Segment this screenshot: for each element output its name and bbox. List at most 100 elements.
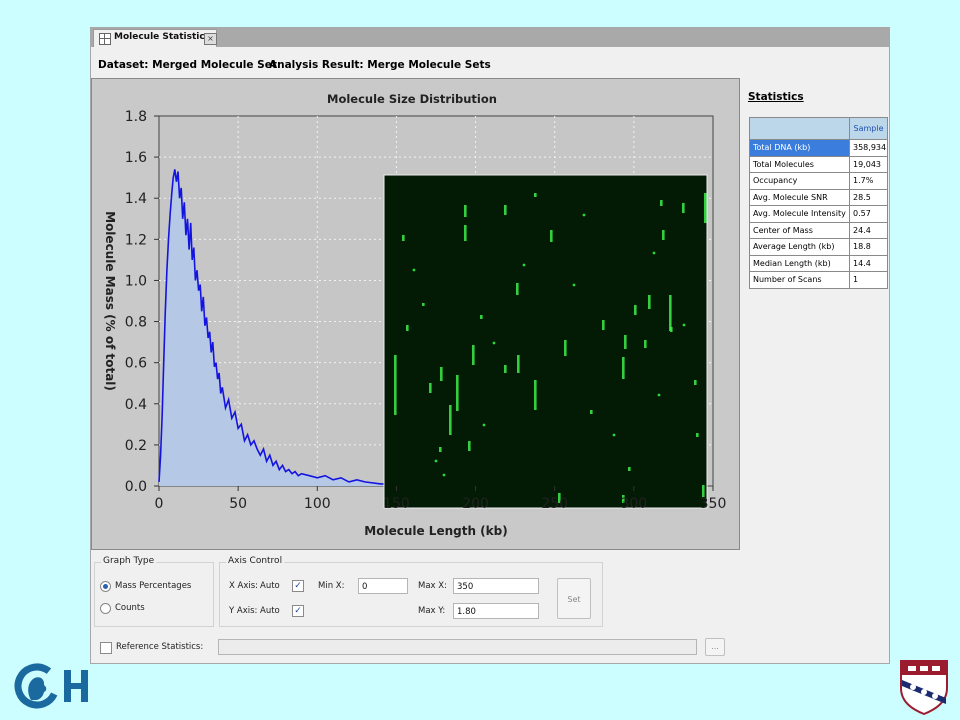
molecule-mark <box>660 200 663 206</box>
counts-radio[interactable] <box>100 603 111 614</box>
statistic-label: Number of Scans <box>749 271 850 289</box>
molecule-mark <box>504 205 507 215</box>
molecule-mark <box>534 380 537 410</box>
molecule-mark <box>622 357 625 379</box>
y-tick-label: 0.4 <box>125 397 147 413</box>
statistics-row[interactable]: Avg. Molecule Intensity 0.57 <box>749 205 888 223</box>
browse-button[interactable]: ... <box>705 638 725 656</box>
statistics-row[interactable]: Median Length (kb) 14.4 <box>749 254 888 272</box>
statistic-value: 1.7% <box>849 172 888 190</box>
set-button[interactable]: Set <box>557 578 591 619</box>
molecule-mark <box>402 235 405 241</box>
statistics-row[interactable]: Total DNA (kb) 358,934 <box>749 139 888 157</box>
max-y-input[interactable]: 1.80 <box>453 603 539 619</box>
molecule-statistics-window: Molecule Statistics × Dataset: Merged Mo… <box>90 27 890 664</box>
molecule-mark <box>669 295 672 331</box>
molecule-mark <box>662 230 665 240</box>
molecule-mark <box>394 355 397 415</box>
y-tick-label: 1.6 <box>125 150 147 166</box>
tab-molecule-statistics[interactable]: Molecule Statistics × <box>93 29 217 47</box>
x-tick-label: 0 <box>155 496 164 512</box>
molecule-mark <box>704 193 707 223</box>
molecule-image-inset <box>383 174 708 509</box>
header-blank-cell <box>749 117 850 140</box>
graph-type-group: Graph Type Mass Percentages Counts <box>94 556 214 627</box>
reference-statistics-label: Reference Statistics: <box>116 642 204 652</box>
molecule-dot <box>652 251 656 255</box>
max-x-label: Max X: <box>418 581 447 591</box>
molecule-mark <box>648 295 651 309</box>
statistics-row[interactable]: Avg. Molecule SNR 28.5 <box>749 188 888 206</box>
statistics-table: Sample Total DNA (kb) 358,934 Total Molecu… <box>749 117 888 289</box>
x-axis-label-text: X Axis: <box>229 581 259 591</box>
x-tick-label: 200 <box>462 496 489 512</box>
molecule-dot <box>412 268 416 272</box>
statistic-label: Total Molecules <box>749 155 850 173</box>
molecule-mark <box>624 335 627 349</box>
min-x-label: Min X: <box>318 581 345 591</box>
statistic-label: Avg. Molecule SNR <box>749 188 850 206</box>
close-icon[interactable]: × <box>204 33 217 45</box>
y-tick-label: 0.6 <box>125 356 147 372</box>
reference-statistics-path[interactable] <box>218 639 697 655</box>
molecule-dot <box>442 473 446 477</box>
molecule-dot <box>522 263 526 267</box>
x-tick-label: 300 <box>620 496 647 512</box>
statistics-row[interactable]: Center of Mass 24.4 <box>749 221 888 239</box>
mass-percentages-radio[interactable] <box>100 581 111 592</box>
max-x-input[interactable]: 350 <box>453 578 539 594</box>
y-tick-label: 1.4 <box>125 191 147 207</box>
y-tick-label: 0.2 <box>125 438 147 454</box>
y-tick-label: 1.0 <box>125 273 147 289</box>
y-tick-label: 1.2 <box>125 232 147 248</box>
statistics-row[interactable]: Total Molecules 19,043 <box>749 155 888 173</box>
size-distribution-chart: Molecule Size Distribution 0 50 100 150 200 2… <box>103 92 726 538</box>
molecule-mark <box>480 315 483 319</box>
statistic-value: 18.8 <box>849 238 888 256</box>
statistic-value: 14.4 <box>849 254 888 272</box>
axis-control-group: Axis Control X Axis: Auto ✓ Min X: 0 Max… <box>219 556 603 627</box>
y-axis-auto-checkbox[interactable]: ✓ <box>292 605 304 617</box>
molecule-mark <box>682 203 685 213</box>
x-tick-label: 250 <box>541 496 568 512</box>
molecule-mark <box>602 320 605 330</box>
statistic-value: 19,043 <box>849 155 888 173</box>
y-tick-label: 1.8 <box>125 109 147 125</box>
statistics-title: Statistics <box>748 91 804 103</box>
molecule-mark <box>516 283 519 295</box>
statistic-value: 1 <box>849 271 888 289</box>
molecule-mark <box>456 375 459 411</box>
statistic-label: Center of Mass <box>749 221 850 239</box>
x-tick-label: 50 <box>229 496 247 512</box>
molecule-mark <box>464 205 467 217</box>
molecule-dot <box>434 459 438 463</box>
molecule-mark <box>590 410 593 414</box>
x-tick-label: 150 <box>383 496 410 512</box>
statistics-row[interactable]: Number of Scans 1 <box>749 271 888 289</box>
molecule-mark <box>439 447 442 452</box>
axis-control-title: Axis Control <box>226 556 285 566</box>
y-axis-label: Molecule Mass (% of total) <box>103 211 117 391</box>
molecule-mark <box>550 230 553 242</box>
grid-icon <box>99 33 111 45</box>
molecule-mark <box>670 327 673 332</box>
reference-statistics-checkbox[interactable] <box>100 642 112 654</box>
molecule-dot <box>492 341 496 345</box>
statistics-header-row: Sample <box>749 117 888 140</box>
statistic-value: 24.4 <box>849 221 888 239</box>
graph-type-title: Graph Type <box>101 556 157 566</box>
university-shield-logo <box>900 660 948 716</box>
statistic-value: 28.5 <box>849 188 888 206</box>
molecule-mark <box>472 345 475 365</box>
molecule-mark <box>429 383 432 393</box>
chart-title: Molecule Size Distribution <box>327 92 497 106</box>
molecule-dot <box>482 423 486 427</box>
molecule-dot <box>572 283 576 287</box>
statistics-row[interactable]: Average Length (kb) 18.8 <box>749 238 888 256</box>
statistics-row[interactable]: Occupancy 1.7% <box>749 172 888 190</box>
y-tick-label: 0.0 <box>125 479 147 495</box>
molecule-mark <box>517 355 520 373</box>
x-axis-auto-checkbox[interactable]: ✓ <box>292 580 304 592</box>
min-x-input[interactable]: 0 <box>358 578 408 594</box>
molecule-mark <box>406 325 409 331</box>
